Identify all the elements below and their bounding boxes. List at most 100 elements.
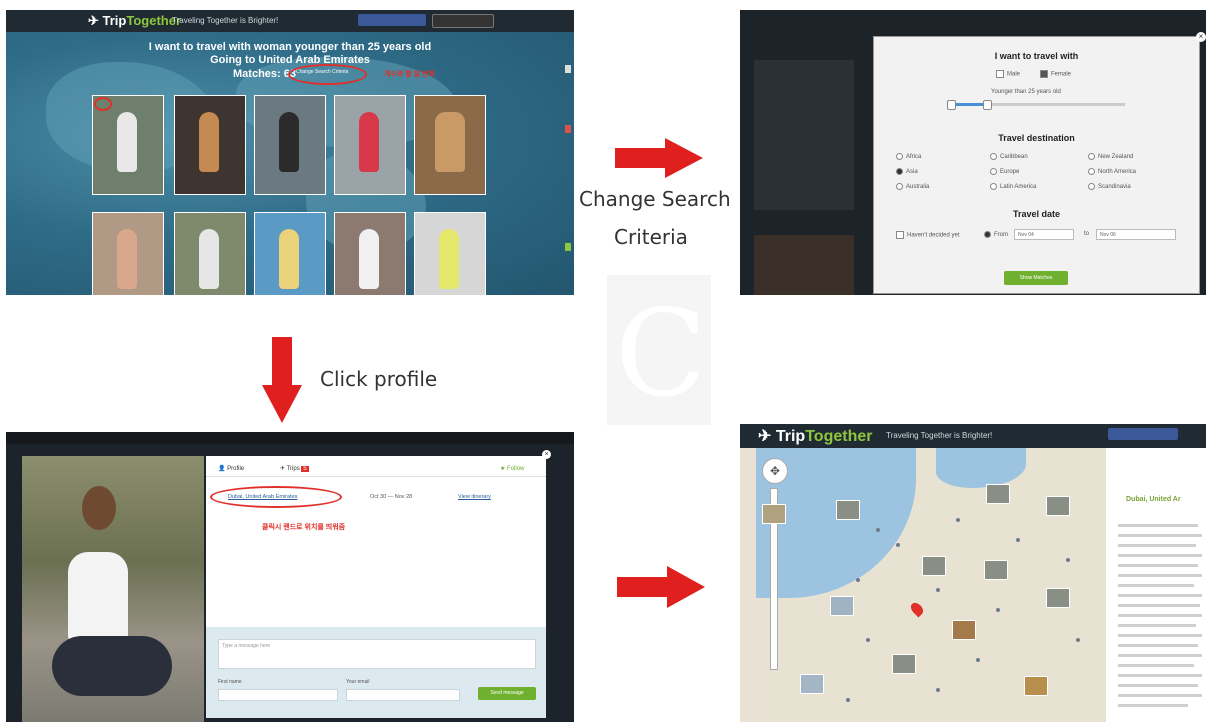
destination-option[interactable]: Caribbean <box>990 153 1028 160</box>
profile-card[interactable] <box>174 212 246 295</box>
profile-photo <box>117 229 137 289</box>
show-matches-button[interactable]: Show Matches <box>1004 271 1068 285</box>
tab-profile[interactable]: 👤 Profile <box>218 465 244 472</box>
destination-title: Dubai, United Ar <box>1126 496 1181 503</box>
search-criteria-screenshot: I want to travel with Male Female Younge… <box>740 10 1206 295</box>
destination-option[interactable]: Scandinavia <box>1088 183 1131 190</box>
map-marker[interactable] <box>976 658 980 662</box>
follow-button[interactable]: ★ Follow <box>500 465 524 472</box>
side-share-icon[interactable] <box>565 65 571 73</box>
trip-dates: Oct 30 — Nov 28 <box>370 494 413 500</box>
destination-map[interactable]: ✥ <box>756 448 1106 722</box>
photo-marker[interactable] <box>952 620 976 640</box>
login-button[interactable] <box>432 14 494 28</box>
from-date-field[interactable]: Nov 04 <box>1014 229 1074 240</box>
profile-card[interactable] <box>174 95 246 195</box>
destination-option[interactable]: Latin America <box>990 183 1036 190</box>
triptogether-logo[interactable]: ✈ TripTogether <box>758 426 872 446</box>
photo-figure <box>68 552 128 642</box>
destination-info-panel: Dubai, United Ar <box>1106 448 1206 722</box>
email-field[interactable] <box>346 689 460 701</box>
side-share-icon[interactable] <box>565 125 571 133</box>
from-radio[interactable]: From <box>984 231 1008 238</box>
facebook-login-button[interactable] <box>358 14 426 26</box>
close-icon[interactable]: × <box>542 450 551 459</box>
photo-marker[interactable] <box>1024 676 1048 696</box>
destination-option[interactable]: Asia <box>896 168 918 175</box>
male-checkbox[interactable]: Male <box>996 70 1020 78</box>
message-textarea[interactable]: Type a message here <box>218 639 536 669</box>
profile-card[interactable] <box>334 212 406 295</box>
tab-trips[interactable]: ✈ Trips 5 <box>280 465 309 472</box>
map-marker[interactable] <box>1076 638 1080 642</box>
map-marker[interactable] <box>896 543 900 547</box>
profile-photo <box>199 112 219 172</box>
location-pin-icon[interactable] <box>908 600 926 618</box>
map-marker[interactable] <box>856 578 860 582</box>
destination-option[interactable]: North America <box>1088 168 1136 175</box>
photo-marker[interactable] <box>986 484 1010 504</box>
profile-photo <box>279 112 299 172</box>
first-name-field[interactable] <box>218 689 338 701</box>
destination-option[interactable]: Africa <box>896 153 921 160</box>
view-itinerary-link[interactable]: View itinerary <box>458 494 491 500</box>
map-marker[interactable] <box>866 638 870 642</box>
text-line <box>1118 684 1198 687</box>
text-line <box>1118 624 1196 627</box>
map-marker[interactable] <box>996 608 1000 612</box>
text-line <box>1118 644 1198 647</box>
photo-marker[interactable] <box>800 674 824 694</box>
search-destination: Going to United Arab Emirates <box>210 54 370 66</box>
send-message-button[interactable]: Send message <box>478 687 536 700</box>
male-label: Male <box>1007 71 1021 78</box>
map-marker[interactable] <box>846 698 850 702</box>
photo-marker[interactable] <box>836 500 860 520</box>
photo-marker[interactable] <box>892 654 916 674</box>
photo-marker[interactable] <box>922 556 946 576</box>
destination-option[interactable]: Europe <box>990 168 1019 175</box>
profile-card[interactable] <box>334 95 406 195</box>
text-line <box>1118 524 1198 527</box>
highlight-oval <box>94 97 112 111</box>
facebook-login-button[interactable] <box>1108 428 1178 440</box>
photo-marker[interactable] <box>1046 588 1070 608</box>
slider-handle[interactable] <box>983 100 992 110</box>
map-marker[interactable] <box>936 688 940 692</box>
option-label: Australia <box>906 184 930 191</box>
profile-card[interactable] <box>414 212 486 295</box>
search-results-screenshot: ✈ TripTogether Traveling Together is Bri… <box>6 10 574 295</box>
female-checkbox[interactable]: Female <box>1040 70 1071 78</box>
map-marker[interactable] <box>1066 558 1070 562</box>
profile-card[interactable] <box>254 95 326 195</box>
map-pan-control[interactable]: ✥ <box>762 458 788 484</box>
map-marker[interactable] <box>936 588 940 592</box>
destination-option[interactable]: Australia <box>896 183 929 190</box>
profile-photo <box>359 229 379 289</box>
photo-marker[interactable] <box>984 560 1008 580</box>
tab-label: Profile <box>227 466 245 472</box>
option-label: Caribbean <box>1000 154 1028 161</box>
option-label: Africa <box>906 154 922 161</box>
photo-marker[interactable] <box>762 504 786 524</box>
text-line <box>1118 674 1202 677</box>
age-slider[interactable] <box>947 100 1125 110</box>
option-label: Scandinavia <box>1098 184 1131 191</box>
side-share-icon[interactable] <box>565 243 571 251</box>
map-marker[interactable] <box>1016 538 1020 542</box>
map-marker[interactable] <box>956 518 960 522</box>
slider-handle[interactable] <box>947 100 956 110</box>
destination-option[interactable]: New Zealand <box>1088 153 1133 160</box>
profile-card[interactable] <box>414 95 486 195</box>
photo-marker[interactable] <box>1046 496 1070 516</box>
havent-decided-checkbox[interactable]: Haven't decided yet <box>896 231 960 239</box>
profile-card[interactable] <box>254 212 326 295</box>
trips-count-badge: 5 <box>301 466 309 472</box>
close-icon[interactable]: × <box>1196 32 1206 42</box>
to-date-field[interactable]: Nov 06 <box>1096 229 1176 240</box>
email-label: Your email <box>346 679 370 685</box>
triptogether-logo[interactable]: ✈ TripTogether <box>88 13 181 29</box>
map-marker[interactable] <box>876 528 880 532</box>
photo-marker[interactable] <box>830 596 854 616</box>
profile-card[interactable] <box>92 212 164 295</box>
text-line <box>1118 694 1202 697</box>
